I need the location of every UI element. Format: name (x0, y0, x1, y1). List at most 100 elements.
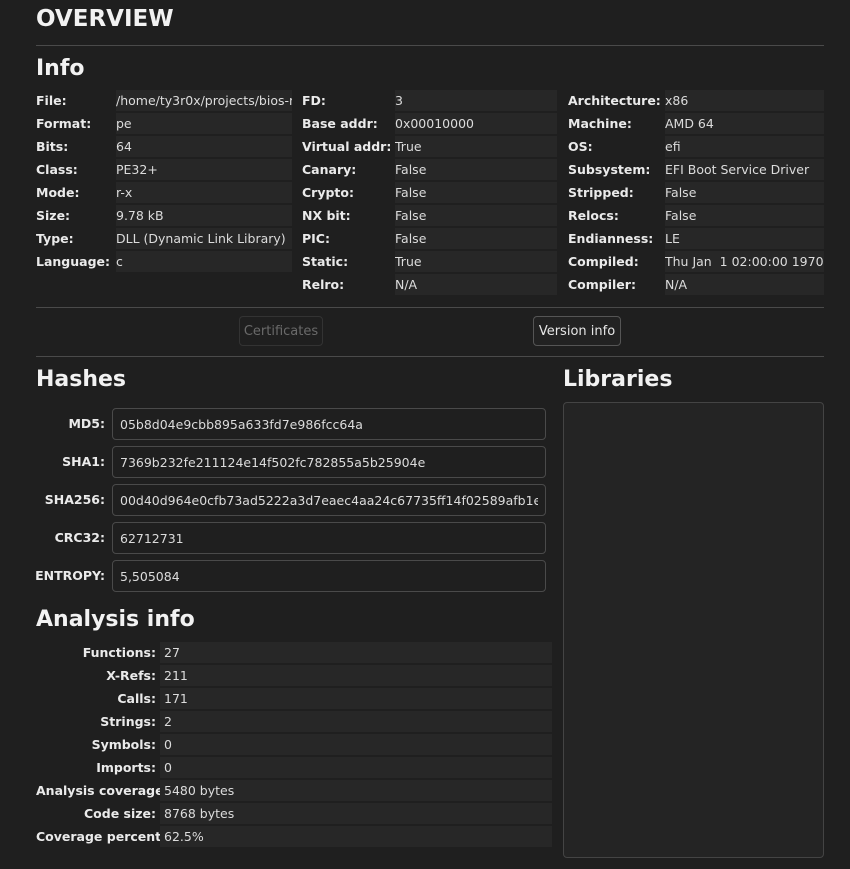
info-label: Subsystem: (568, 162, 651, 177)
analysis-value-functions: 27 (160, 642, 552, 663)
libraries-list[interactable] (563, 402, 824, 858)
info-value-compiled: Thu Jan 1 02:00:00 1970 U (665, 251, 824, 272)
hash-row-md5: MD5: (36, 408, 546, 440)
hash-label: SHA1: (62, 454, 105, 469)
info-label: Canary: (302, 162, 357, 177)
analysis-value-code-size: 8768 bytes (160, 803, 552, 824)
info-label: Class: (36, 162, 78, 177)
info-title: Info (36, 56, 85, 81)
info-value-nx-bit: False (395, 205, 557, 226)
hash-label: MD5: (68, 416, 105, 431)
info-label: NX bit: (302, 208, 351, 223)
info-value-os: efi (665, 136, 824, 157)
info-value-bits: 64 (116, 136, 292, 157)
info-label: Static: (302, 254, 349, 269)
divider-buttons (36, 356, 824, 357)
analysis-value-symbols: 0 (160, 734, 552, 755)
analysis-row-symbols: Symbols: 0 (36, 734, 552, 755)
divider-top (36, 45, 824, 46)
analysis-row-strings: Strings: 2 (36, 711, 552, 732)
analysis-label: Calls: (117, 691, 156, 706)
info-value-pic: False (395, 228, 557, 249)
libraries-title: Libraries (563, 367, 673, 392)
analysis-row-coverage: Analysis coverage: 5480 bytes (36, 780, 552, 801)
analysis-label: Functions: (82, 645, 156, 660)
md5-field[interactable] (112, 408, 546, 440)
hash-row-entropy: ENTROPY: (35, 560, 546, 592)
info-label: Mode: (36, 185, 80, 200)
info-value-type: DLL (Dynamic Link Library) (116, 228, 292, 249)
info-value-static: True (395, 251, 557, 272)
analysis-row-functions: Functions: 27 (36, 642, 552, 663)
info-label: Bits: (36, 139, 69, 154)
hash-label: CRC32: (54, 530, 105, 545)
info-label: Language: (36, 254, 111, 269)
info-value-relocs: False (665, 205, 824, 226)
info-value-relro: N/A (395, 274, 557, 295)
info-value-compiler: N/A (665, 274, 824, 295)
analysis-row-coverage-percent: Coverage percent: 62.5% (36, 826, 552, 847)
hash-row-sha1: SHA1: (36, 446, 546, 478)
info-label: Format: (36, 116, 92, 131)
info-label: Endianness: (568, 231, 654, 246)
info-value-language: c (116, 251, 292, 272)
analysis-row-code-size: Code size: 8768 bytes (36, 803, 552, 824)
analysis-value-strings: 2 (160, 711, 552, 732)
hash-row-sha256: SHA256: (36, 484, 546, 516)
version-info-button[interactable]: Version info (533, 316, 621, 346)
info-value-mode: r-x (116, 182, 292, 203)
info-value-stripped: False (665, 182, 824, 203)
certificates-button[interactable]: Certificates (239, 316, 323, 346)
analysis-value-coverage-percent: 62.5% (160, 826, 552, 847)
info-value-virtual-addr: True (395, 136, 557, 157)
entropy-field[interactable] (112, 560, 546, 592)
analysis-label: X-Refs: (106, 668, 156, 683)
info-label: Machine: (568, 116, 632, 131)
info-value-class: PE32+ (116, 159, 292, 180)
sha1-field[interactable] (112, 446, 546, 478)
crc32-field[interactable] (112, 522, 546, 554)
hashes-title: Hashes (36, 367, 127, 392)
info-value-architecture: x86 (665, 90, 824, 111)
info-value-crypto: False (395, 182, 557, 203)
info-value-endianness: LE (665, 228, 824, 249)
info-value-file: /home/ty3r0x/projects/bios-r (116, 90, 292, 111)
info-label: Relro: (302, 277, 345, 292)
divider-info (36, 307, 824, 308)
hash-row-crc32: CRC32: (36, 522, 546, 554)
info-value-canary: False (395, 159, 557, 180)
analysis-value-calls: 171 (160, 688, 552, 709)
info-label: Compiler: (568, 277, 636, 292)
info-value-subsystem: EFI Boot Service Driver (665, 159, 824, 180)
info-label: Relocs: (568, 208, 619, 223)
overview-title: OVERVIEW (36, 6, 174, 32)
analysis-row-imports: Imports: 0 (36, 757, 552, 778)
info-label: Type: (36, 231, 74, 246)
overview-page: OVERVIEW Info File: /home/ty3r0x/project… (0, 0, 850, 869)
info-label: OS: (568, 139, 593, 154)
info-label: Size: (36, 208, 71, 223)
info-label: Virtual addr: (302, 139, 392, 154)
analysis-title: Analysis info (36, 607, 195, 632)
analysis-value-coverage: 5480 bytes (160, 780, 552, 801)
analysis-row-calls: Calls: 171 (36, 688, 552, 709)
analysis-label: Strings: (100, 714, 156, 729)
analysis-label: Analysis coverage: (36, 783, 169, 798)
hash-label: SHA256: (44, 492, 105, 507)
info-value-base-addr: 0x00010000 (395, 113, 557, 134)
info-value-format: pe (116, 113, 292, 134)
info-label: Stripped: (568, 185, 634, 200)
info-label: FD: (302, 93, 326, 108)
analysis-label: Imports: (96, 760, 156, 775)
info-label: Architecture: (568, 93, 661, 108)
analysis-label: Coverage percent: (36, 829, 167, 844)
sha256-field[interactable] (112, 484, 546, 516)
info-value-fd: 3 (395, 90, 557, 111)
info-value-size: 9.78 kB (116, 205, 292, 226)
analysis-label: Symbols: (91, 737, 156, 752)
analysis-row-xrefs: X-Refs: 211 (36, 665, 552, 686)
info-label: File: (36, 93, 67, 108)
analysis-value-xrefs: 211 (160, 665, 552, 686)
hash-label: ENTROPY: (35, 568, 105, 583)
info-label: Compiled: (568, 254, 639, 269)
